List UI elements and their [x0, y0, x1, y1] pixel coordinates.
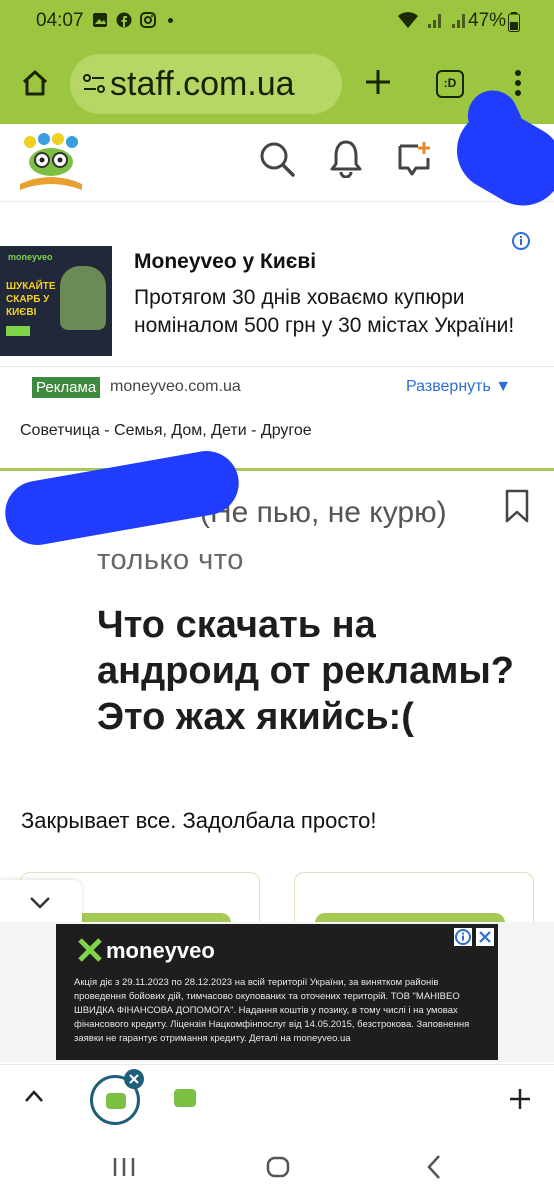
- collapse-ad-button[interactable]: [0, 880, 82, 926]
- back-icon[interactable]: [424, 1154, 444, 1180]
- ad-thumbnail[interactable]: moneyveo ШУКАЙТЕ СКАРБ У КИЄВІ: [0, 246, 112, 356]
- status-system-icons: [396, 10, 468, 30]
- home-icon[interactable]: [20, 68, 50, 98]
- info-icon: [455, 929, 471, 945]
- close-icon: [479, 931, 491, 943]
- inactive-tab[interactable]: [174, 1089, 196, 1107]
- bottom-ad-brand: moneyveo: [106, 938, 215, 963]
- post-time: только что: [97, 544, 244, 576]
- chevron-down-icon: [30, 897, 50, 909]
- signal-icon-2: [452, 14, 465, 28]
- battery-level: 47%: [468, 10, 507, 31]
- ad-thumb-headline: ШУКАЙТЕ СКАРБ У КИЄВІ: [6, 281, 56, 318]
- divider: [0, 468, 554, 471]
- tab-favicon: [106, 1093, 126, 1109]
- wifi-icon: [398, 12, 418, 28]
- bell-icon[interactable]: [328, 138, 364, 178]
- post-author[interactable]: (Не пью, не курю): [200, 496, 447, 530]
- ad-title[interactable]: Moneyveo у Києві: [134, 250, 316, 274]
- raccoon-illustration: [60, 266, 106, 330]
- post-body: Закрывает все. Задолбала просто!: [21, 808, 377, 833]
- more-notifications-dot: [168, 17, 173, 23]
- chevron-up-icon[interactable]: [24, 1089, 44, 1103]
- home-button-icon[interactable]: [266, 1156, 290, 1178]
- site-settings-icon[interactable]: [82, 72, 106, 96]
- bottom-ad-close-icon[interactable]: [476, 928, 494, 946]
- moneyveo-logo-icon: [78, 938, 102, 962]
- ad-badge: Реклама: [32, 377, 101, 398]
- breadcrumb[interactable]: Советчица - Семья, Дом, Дети - Другое: [20, 422, 312, 440]
- address-bar[interactable]: staff.com.ua: [70, 54, 342, 114]
- bottom-ad-bar: moneyveo Акція діє з 29.11.2023 по 28.12…: [0, 922, 554, 1062]
- redaction-scribble: [0, 445, 244, 551]
- search-icon[interactable]: [258, 140, 296, 178]
- more-options-icon[interactable]: [512, 68, 524, 98]
- bookmark-icon[interactable]: [504, 488, 530, 524]
- bottom-ad-legal: Акція діє з 29.11.2023 по 28.12.2023 на …: [74, 977, 470, 1044]
- tab-switcher-label: :D: [443, 76, 457, 90]
- ad-thumb-button: [6, 326, 30, 336]
- post-title: Что скачать на андроид от рекламы? Это ж…: [97, 604, 514, 738]
- status-notification-icons: [92, 12, 173, 28]
- tab-switcher-button[interactable]: :D: [436, 70, 464, 98]
- bottom-ad-info-icon[interactable]: [454, 928, 472, 946]
- url-text[interactable]: staff.com.ua: [110, 65, 295, 104]
- new-tab-plus-icon[interactable]: [508, 1087, 532, 1111]
- status-time: 04:07: [36, 10, 84, 31]
- ad-expand-link[interactable]: Развернуть ▼: [406, 378, 511, 396]
- signal-icon: [428, 14, 441, 28]
- facebook-icon: [116, 12, 132, 28]
- ad-thumb-brand: moneyveo: [8, 252, 53, 262]
- ad-domain[interactable]: moneyveo.com.ua: [110, 378, 241, 396]
- new-post-icon[interactable]: [396, 140, 434, 178]
- new-tab-plus-icon[interactable]: [364, 68, 392, 96]
- ad-footer: Реклама moneyveo.com.ua Развернуть ▼: [0, 366, 554, 406]
- instagram-icon: [140, 12, 156, 28]
- status-bar: 04:07 47%: [0, 0, 554, 44]
- close-icon: [129, 1074, 139, 1084]
- ad-description: Протягом 30 днів ховаємо купюри номінало…: [134, 286, 515, 337]
- bottom-ad[interactable]: moneyveo Акція діє з 29.11.2023 по 28.12…: [56, 924, 498, 1060]
- gallery-icon: [93, 13, 107, 27]
- recent-apps-icon[interactable]: [112, 1156, 136, 1178]
- site-logo[interactable]: [16, 132, 86, 192]
- system-nav-bar: [0, 1132, 554, 1200]
- ad-block[interactable]: moneyveo ШУКАЙТЕ СКАРБ У КИЄВІ Moneyveo …: [0, 226, 554, 406]
- battery-icon: [508, 12, 520, 32]
- tab-bar: [0, 1064, 554, 1132]
- ad-info-icon[interactable]: [512, 232, 530, 250]
- close-tab-button[interactable]: [124, 1069, 144, 1089]
